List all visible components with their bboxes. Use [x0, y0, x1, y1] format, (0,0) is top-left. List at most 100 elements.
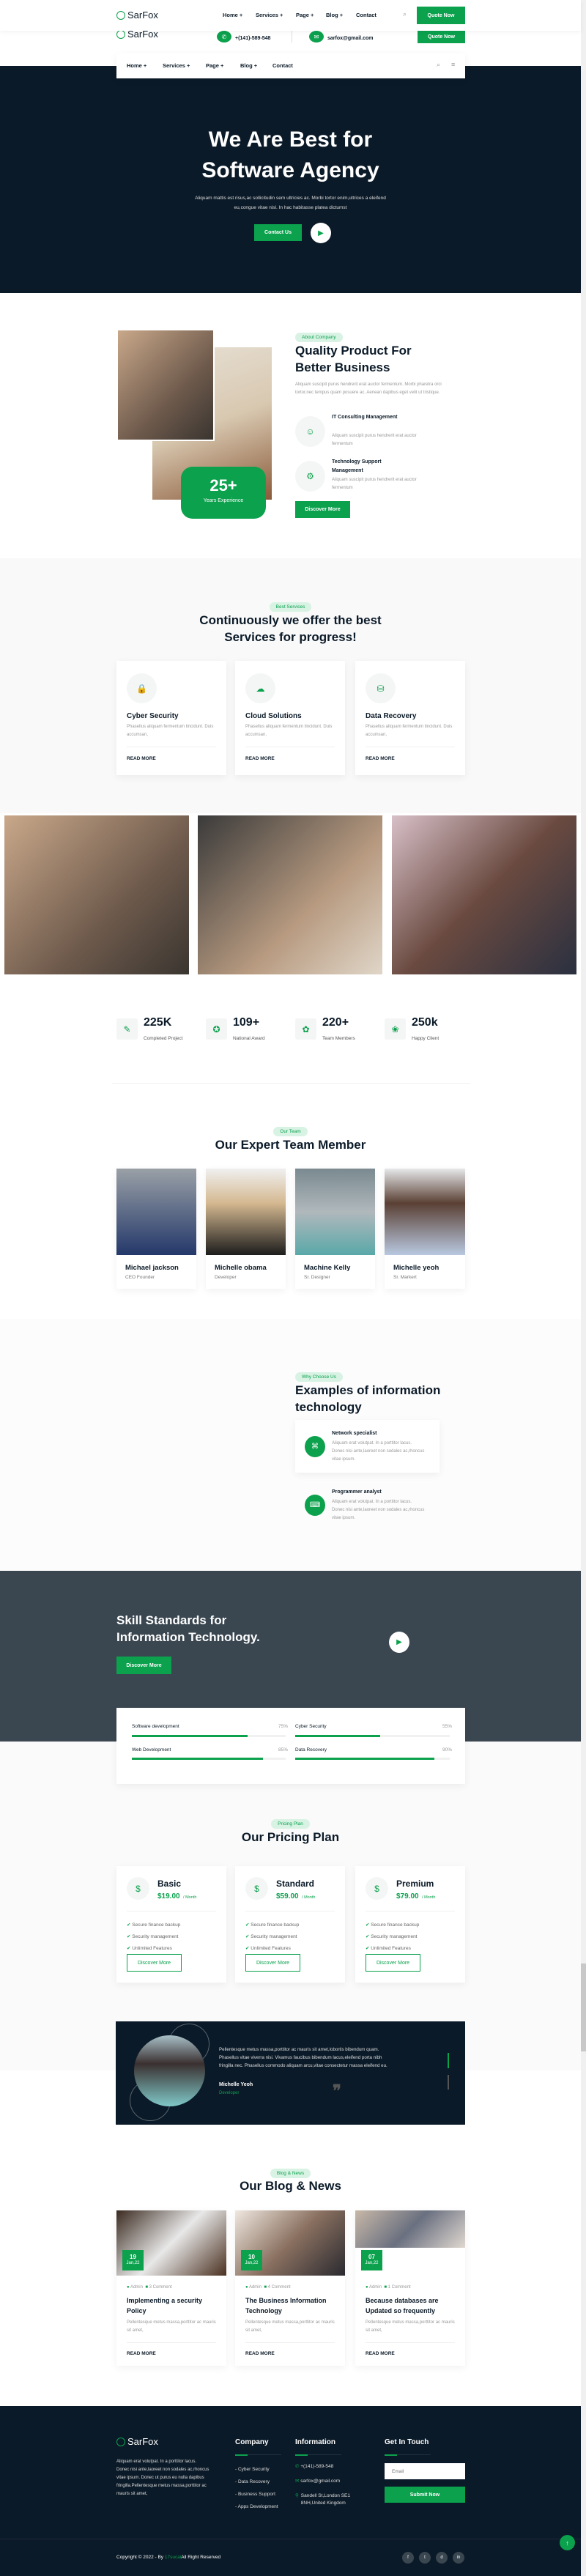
why-item[interactable]: ⌘ Network specialist Aliquam erat volutpat…: [295, 1420, 440, 1473]
search-icon[interactable]: ⌕: [403, 10, 407, 18]
team-card[interactable]: Michael jackson CEO Founder: [116, 1169, 196, 1289]
footer-info: ✆ +(141)-589-548 ✉ sarfox@gmail.com ⚲ Sande…: [295, 2464, 350, 2506]
user-icon: ●: [127, 2285, 130, 2290]
pricing-card: $ Standard $59.00 / Month ✔ Secure finan…: [235, 1866, 345, 1983]
hero-title: We Are Best for Software Agency: [201, 127, 379, 182]
slider-dot-active[interactable]: [448, 2053, 449, 2068]
slider-dot[interactable]: [448, 2075, 449, 2090]
team-card[interactable]: Michelle yeoh Sr. Markert: [385, 1169, 465, 1289]
member-photo: [206, 1169, 286, 1255]
team-title: Our Expert Team Member: [215, 1138, 366, 1152]
skill-percent: 55%: [442, 1724, 453, 1729]
footer-heading: Information: [295, 2438, 335, 2446]
blog-card[interactable]: 19 Jan,22 ● Admin ■ 3 Comment Implementin…: [116, 2210, 226, 2366]
team-card[interactable]: Machine Kelly Sr. Designer: [295, 1169, 375, 1289]
blog-card[interactable]: 10 Jan,22 ● Admin ■ 4 Comment The Busines…: [235, 2210, 345, 2366]
twitter-icon[interactable]: t: [419, 2552, 431, 2564]
post-meta: ● Admin ■ 4 Comment: [245, 2285, 291, 2290]
quote-button[interactable]: Quote Now: [417, 7, 465, 24]
cloud-icon: ☁: [245, 673, 275, 703]
nav-blog[interactable]: Blog +: [240, 62, 257, 70]
service-card[interactable]: ⛁ Data Recovery Phasellus aliquam fermen…: [355, 661, 465, 775]
check-icon: ✔: [366, 1946, 370, 1951]
discover-more-button[interactable]: Discover More: [116, 1657, 171, 1674]
header-email[interactable]: sarfox@gmail.com: [327, 35, 373, 42]
skill-bar-fill: [132, 1735, 248, 1737]
nav-contact[interactable]: Contact: [356, 12, 377, 19]
section-tag: Why Choose Us: [295, 1372, 343, 1382]
play-video-button[interactable]: ▶: [311, 223, 331, 243]
user-icon: ●: [245, 2285, 248, 2290]
read-more-link[interactable]: READ MORE: [127, 755, 156, 763]
read-more-link[interactable]: READ MORE: [366, 2350, 395, 2358]
logo-secondary[interactable]: SarFox: [116, 29, 158, 40]
date-badge: 10 Jan,22: [241, 2250, 262, 2270]
team-card[interactable]: Michelle obama Developer: [206, 1169, 286, 1289]
testimonial-card: Pellentesque metus massa,porttitor ac ma…: [116, 2021, 465, 2125]
header-phone[interactable]: +(141)-589-548: [235, 35, 270, 42]
search-icon[interactable]: ⌕: [437, 61, 440, 69]
email-input[interactable]: [385, 2463, 465, 2479]
skill-label: Software development: [132, 1724, 179, 1729]
quote-button-secondary[interactable]: Quote Now: [418, 31, 465, 43]
skill-percent: 75%: [278, 1724, 289, 1729]
database-icon: ⛁: [366, 673, 396, 703]
nav-home[interactable]: Home +: [223, 12, 242, 19]
discover-more-button[interactable]: Discover More: [366, 1954, 420, 1972]
contact-us-button[interactable]: Contact Us: [254, 224, 302, 241]
scrollbar-thumb[interactable]: [581, 1964, 586, 2051]
nav-page[interactable]: Page +: [206, 62, 223, 70]
read-more-link[interactable]: READ MORE: [245, 755, 275, 763]
network-icon: ⌘: [305, 1436, 325, 1457]
divider: [245, 2342, 335, 2343]
nav-blog[interactable]: Blog +: [326, 12, 343, 19]
skill-label: Data Recovery: [295, 1747, 327, 1753]
heading-underline: [385, 2454, 431, 2456]
menu-icon[interactable]: ≡: [451, 61, 455, 68]
logo-icon: [116, 11, 125, 20]
gallery-image-1: [4, 815, 189, 974]
skill-bar-fill: [295, 1758, 434, 1760]
service-card[interactable]: 🔒 Cyber Security Phasellus aliquam ferme…: [116, 661, 226, 775]
post-meta: ● Admin ■ 1 Comment: [366, 2285, 411, 2290]
submit-button[interactable]: Submit Now: [385, 2487, 465, 2503]
skill-bar: [295, 1735, 450, 1737]
discover-more-button[interactable]: Discover More: [245, 1954, 300, 1972]
blog-card[interactable]: 07 Jan,22 ● Admin ■ 1 Comment Because dat…: [355, 2210, 465, 2366]
service-card[interactable]: ☁ Cloud Solutions Phasellus aliquam ferm…: [235, 661, 345, 775]
read-more-link[interactable]: READ MORE: [366, 755, 395, 763]
back-to-top-button[interactable]: ↑: [560, 2535, 575, 2550]
footer-logo[interactable]: SarFox: [116, 2437, 158, 2447]
pricing-title: Our Pricing Plan: [241, 1830, 340, 1844]
blog-image: [355, 2210, 465, 2248]
logo[interactable]: SarFox: [116, 10, 158, 21]
stat-item: ❀ 250k Happy Client: [385, 1016, 474, 1041]
skill-percent: 90%: [442, 1747, 453, 1753]
section-tag: Pricing Plan: [271, 1819, 310, 1829]
dribbble-icon[interactable]: d: [436, 2552, 448, 2564]
nav-page[interactable]: Page +: [296, 12, 314, 19]
logo-icon: [116, 30, 125, 39]
read-more-link[interactable]: READ MORE: [127, 2350, 156, 2358]
nav-contact[interactable]: Contact: [272, 62, 293, 70]
nav-services[interactable]: Services +: [256, 12, 283, 19]
heading-underline: [235, 2454, 281, 2456]
project-icon: ✎: [116, 1018, 138, 1040]
read-more-link[interactable]: READ MORE: [245, 2350, 275, 2358]
location-icon: ⚲: [295, 2493, 299, 2498]
blog-title: Our Blog & News: [240, 2179, 341, 2193]
check-icon: ✔: [245, 1922, 250, 1928]
facebook-icon[interactable]: f: [402, 2552, 414, 2564]
skill-bar: [295, 1758, 450, 1760]
discover-more-button[interactable]: Discover More: [127, 1954, 182, 1972]
nav-home[interactable]: Home +: [127, 62, 146, 70]
discover-more-button[interactable]: Discover More: [295, 501, 350, 518]
footer: [0, 2406, 581, 2576]
why-item[interactable]: ⌨ Programmer analyst Aliquam erat volutpat…: [295, 1478, 440, 1531]
play-video-button[interactable]: ▶: [389, 1632, 409, 1653]
nav-services[interactable]: Services +: [163, 62, 190, 70]
linkedin-icon[interactable]: in: [453, 2552, 464, 2564]
footer-heading: Company: [235, 2438, 269, 2446]
support-icon: ⚙: [295, 461, 325, 492]
scrollbar[interactable]: [581, 0, 586, 2576]
